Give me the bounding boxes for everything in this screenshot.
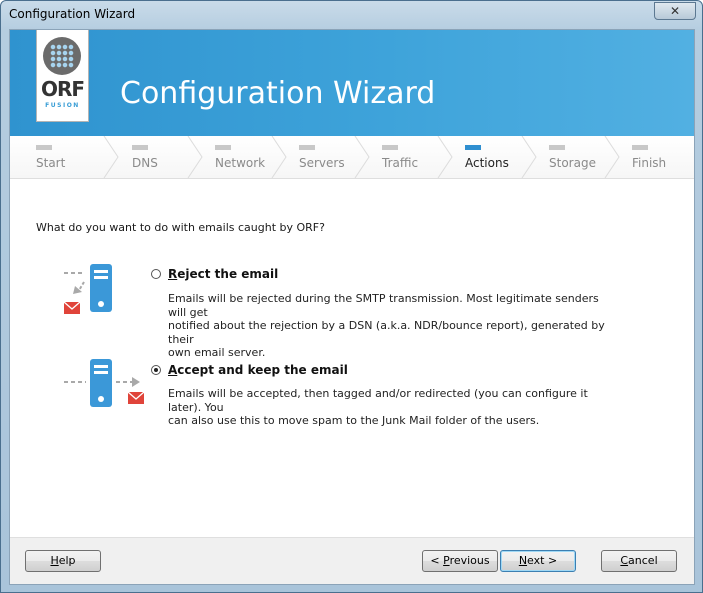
question-label: What do you want to do with emails caugh…: [36, 221, 325, 234]
wizard-client-area: ORF FUSION Configuration Wizard Start DN…: [9, 29, 695, 585]
previous-button[interactable]: < Previous: [422, 550, 498, 572]
accept-radio[interactable]: [151, 365, 161, 375]
step-separator-icon: [187, 136, 203, 178]
step-indicator: [549, 145, 565, 150]
step-separator-icon: [604, 136, 620, 178]
orf-logo: ORF FUSION: [36, 30, 89, 122]
step-label: Finish: [632, 156, 667, 170]
next-button[interactable]: Next >: [500, 550, 576, 572]
logo-dots-icon: [50, 44, 74, 68]
server-accept-icon: [64, 359, 145, 407]
step-separator-icon: [521, 136, 537, 178]
title-bar[interactable]: Configuration Wizard ✕: [1, 1, 702, 29]
page-title: Configuration Wizard: [120, 76, 436, 111]
help-button[interactable]: Help: [25, 550, 101, 572]
step-label: Actions: [465, 156, 509, 170]
reject-option-label[interactable]: Reject the email: [168, 267, 278, 281]
window-title: Configuration Wizard: [9, 7, 136, 21]
step-label: Servers: [299, 156, 345, 170]
accept-option-description: Emails will be accepted, then tagged and…: [168, 387, 588, 427]
header-banner: ORF FUSION Configuration Wizard: [10, 30, 694, 136]
step-indicator: [299, 145, 315, 150]
button-bar: Help < Previous Next > Cancel: [10, 537, 694, 584]
logo-text: ORF: [40, 77, 85, 101]
step-label: Storage: [549, 156, 596, 170]
wizard-window: Configuration Wizard ✕ ORF FUSION Config…: [0, 0, 703, 593]
wizard-steps: Start DNS Network Servers Traffic Action…: [10, 136, 694, 179]
reject-radio[interactable]: [151, 269, 161, 279]
step-label: DNS: [132, 156, 158, 170]
step-indicator: [36, 145, 52, 150]
step-label: Network: [215, 156, 266, 170]
step-indicator: [132, 145, 148, 150]
step-separator-icon: [437, 136, 453, 178]
step-separator-icon: [271, 136, 287, 178]
step-indicator: [632, 145, 648, 150]
step-separator-icon: [103, 136, 119, 178]
accept-option-label[interactable]: Accept and keep the email: [168, 363, 348, 377]
step-separator-icon: [354, 136, 370, 178]
step-indicator: [382, 145, 398, 150]
cancel-button[interactable]: Cancel: [601, 550, 677, 572]
close-icon: ✕: [669, 4, 681, 18]
reject-option-description: Emails will be rejected during the SMTP …: [168, 292, 605, 359]
step-indicator-active: [465, 145, 481, 150]
step-label: Start: [36, 156, 66, 170]
logo-subtext: FUSION: [45, 102, 80, 109]
close-button[interactable]: ✕: [654, 2, 696, 20]
server-reject-icon: [63, 264, 112, 314]
step-label: Traffic: [382, 156, 419, 170]
step-indicator: [215, 145, 231, 150]
